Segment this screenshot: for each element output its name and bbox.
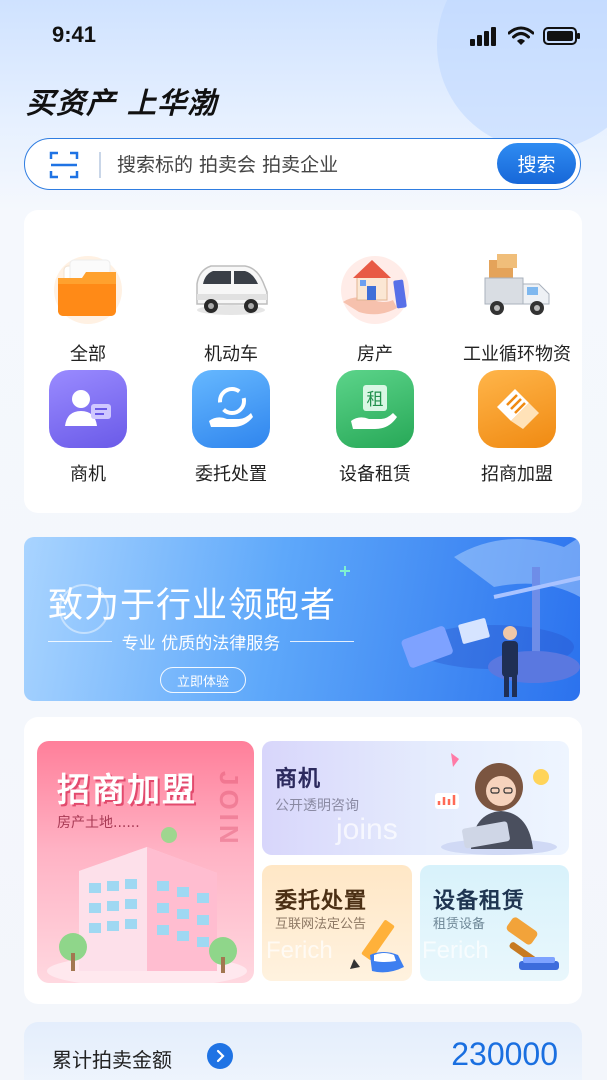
lease-title: 设备租赁 — [433, 889, 526, 914]
category-house[interactable]: 房产 — [305, 248, 445, 368]
truck-icon — [484, 254, 550, 315]
entrust-title: 委托处置 — [275, 889, 368, 914]
car-icon — [196, 265, 268, 315]
banner-cta-button[interactable]: 立即体验 — [160, 667, 246, 693]
rent-glyph: 租 — [367, 390, 384, 410]
service-label: 招商加盟 — [481, 464, 553, 485]
category-industrial[interactable]: 工业循环物资 — [447, 248, 587, 368]
feature-card: JOIN 招商加盟 房产土地...... joins 商机 公开透明咨询 Fer… — [24, 717, 582, 1004]
join-subtitle: 房产土地...... — [57, 815, 140, 831]
chevron-right-icon[interactable] — [207, 1043, 233, 1069]
entrust-ghost-text: Ferich — [266, 937, 333, 964]
gavel-icon — [506, 917, 559, 970]
consultant-illustration — [435, 753, 557, 855]
status-time: 9:41 — [52, 22, 97, 47]
join-title: 招商加盟 — [57, 770, 197, 809]
service-join[interactable]: 招商加盟 — [447, 370, 587, 490]
banner-subtitle-row: 专业 优质的法律服务 — [48, 629, 354, 654]
feature-lease-tile[interactable]: Ferich 设备租赁 租赁设备 — [420, 865, 569, 981]
business-title: 商机 — [275, 767, 322, 792]
banner-subtitle: 专业 优质的法律服务 — [121, 634, 281, 654]
category-all[interactable]: 全部 — [18, 248, 158, 368]
category-label: 工业循环物资 — [463, 344, 571, 365]
stats-card[interactable]: 累计拍卖金额 230000 — [24, 1022, 582, 1080]
service-label: 商机 — [70, 464, 106, 485]
service-label: 设备租赁 — [339, 464, 411, 485]
search-bar: 搜索 — [24, 138, 581, 190]
search-button[interactable]: 搜索 — [497, 143, 576, 184]
banner-divider — [48, 641, 112, 642]
promo-banner[interactable]: 致力于行业领跑者 专业 优质的法律服务 立即体验 — [24, 537, 580, 701]
scan-icon[interactable] — [49, 150, 79, 180]
entrust-subtitle: 互联网法定公告 — [275, 917, 367, 932]
service-entrust[interactable]: 委托处置 — [161, 370, 301, 490]
category-label: 房产 — [357, 344, 393, 365]
page-title: 买资产 上华渤 — [26, 86, 218, 120]
banner-title: 致力于行业领跑者 — [48, 586, 337, 626]
rent-hand-icon: 租 — [336, 370, 414, 448]
wifi-icon — [508, 26, 534, 45]
search-divider — [99, 152, 101, 178]
service-lease[interactable]: 租 设备租赁 — [305, 370, 445, 490]
service-business[interactable]: 商机 — [18, 370, 158, 490]
feature-join-tile[interactable]: JOIN 招商加盟 房产土地...... — [37, 741, 254, 983]
category-label: 机动车 — [204, 344, 258, 365]
stats-label: 累计拍卖金额 — [52, 1048, 172, 1072]
building-illustration — [47, 827, 247, 983]
service-label: 委托处置 — [195, 464, 267, 485]
feature-business-tile[interactable]: joins 商机 公开透明咨询 — [262, 741, 569, 855]
status-icons — [469, 26, 581, 46]
hand-refresh-icon — [192, 370, 270, 448]
folder-icon — [54, 256, 122, 324]
status-bar: 9:41 — [0, 0, 607, 74]
lease-subtitle: 租赁设备 — [433, 917, 486, 932]
app-home-screen: 9:41 买资产 上华渤 搜索标的 拍卖会 拍卖企业 搜索 全部 机动车 房产 … — [0, 0, 607, 1080]
feature-entrust-tile[interactable]: Ferich 委托处置 互联网法定公告 — [262, 865, 412, 981]
battery-icon — [543, 27, 580, 45]
category-label: 全部 — [70, 344, 106, 365]
signal-icon — [470, 27, 496, 46]
handshake-icon — [478, 370, 556, 448]
category-card: 全部 机动车 房产 工业循环物资 商机 委托处置 租 设备租赁 招商加盟 — [24, 210, 582, 513]
category-vehicle[interactable]: 机动车 — [161, 248, 301, 368]
search-input[interactable] — [115, 148, 499, 182]
business-subtitle: 公开透明咨询 — [275, 798, 359, 814]
house-icon — [341, 256, 409, 324]
lease-ghost-text: Ferich — [422, 937, 489, 964]
stats-value: 230000 — [451, 1036, 558, 1072]
business-ghost-text: joins — [336, 813, 398, 846]
banner-divider — [290, 641, 354, 642]
business-user-icon — [49, 370, 127, 448]
